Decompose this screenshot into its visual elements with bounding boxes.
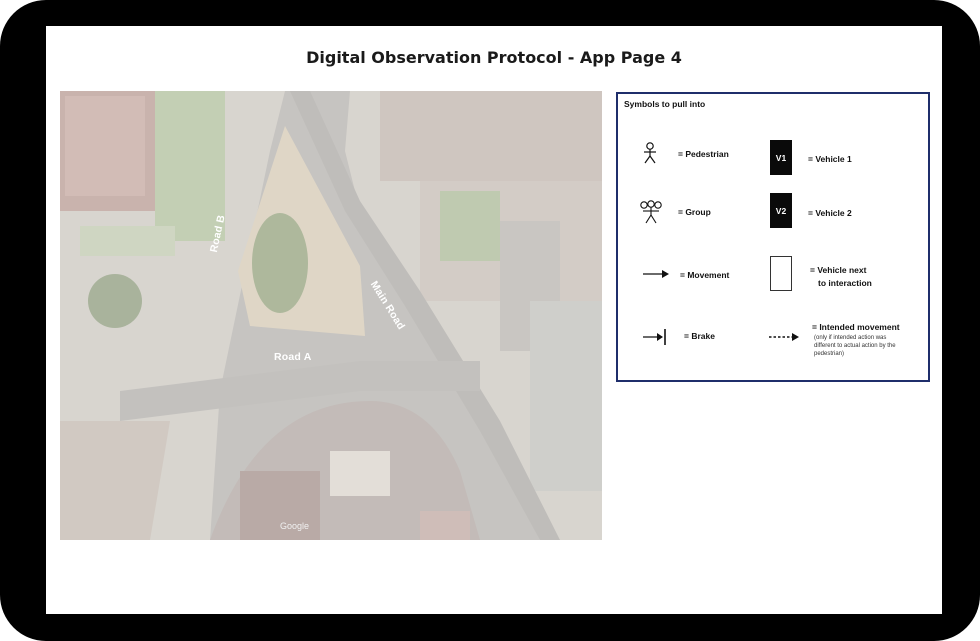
vehicle-1-icon[interactable]: V1 xyxy=(770,140,792,175)
brake-label: = Brake xyxy=(684,331,715,341)
vehicle-next-label-1: = Vehicle next xyxy=(810,265,867,275)
intended-movement-note-3: pedestrian) xyxy=(814,351,845,357)
intended-movement-icon[interactable] xyxy=(768,332,800,342)
device-frame: Digital Observation Protocol - App Page … xyxy=(0,0,980,641)
vehicle-2-label: = Vehicle 2 xyxy=(808,208,852,218)
app-screen: Digital Observation Protocol - App Page … xyxy=(46,26,942,614)
road-a-label: Road A xyxy=(274,351,312,363)
symbols-legend: Symbols to pull into = Pedestrian = Grou… xyxy=(616,92,930,382)
intended-movement-note-2: different to actual action by the xyxy=(814,343,896,349)
vehicle-1-label: = Vehicle 1 xyxy=(808,154,852,164)
page-title: Digital Observation Protocol - App Page … xyxy=(306,48,682,67)
map-attribution: Google xyxy=(280,521,310,531)
intended-movement-label: = Intended movement xyxy=(812,322,900,332)
pedestrian-icon[interactable] xyxy=(642,142,658,164)
pedestrian-label: = Pedestrian xyxy=(678,149,729,159)
group-icon[interactable] xyxy=(639,200,663,224)
movement-label: = Movement xyxy=(680,270,730,280)
vehicle-next-label-2: to interaction xyxy=(818,278,872,288)
vehicle-next-icon[interactable] xyxy=(770,256,792,291)
group-label: = Group xyxy=(678,207,711,217)
map-imagery xyxy=(60,91,602,540)
intended-movement-note-1: (only if intended action was xyxy=(814,335,887,341)
aerial-map[interactable]: Road B Main Road Road A Google xyxy=(60,91,602,540)
vehicle-2-icon[interactable]: V2 xyxy=(770,193,792,228)
brake-icon[interactable] xyxy=(642,328,670,346)
movement-arrow-icon[interactable] xyxy=(642,269,670,279)
legend-title: Symbols to pull into xyxy=(624,99,706,109)
